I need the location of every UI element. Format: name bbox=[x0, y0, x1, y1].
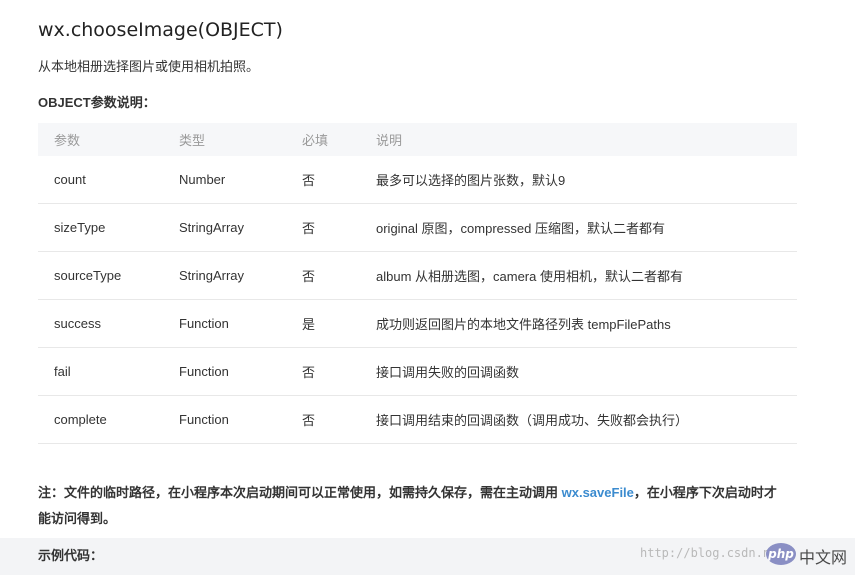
param-type: Function bbox=[179, 299, 302, 348]
param-description: 接口调用结束的回调函数（调用成功、失败都会执行） bbox=[376, 395, 797, 444]
php-cn-logo: php 中文网 bbox=[766, 542, 852, 567]
param-type: StringArray bbox=[179, 203, 302, 252]
table-row: count Number 否 最多可以选择的图片张数，默认9 bbox=[38, 156, 797, 204]
param-required: 是 bbox=[302, 299, 376, 348]
param-description: 成功则返回图片的本地文件路径列表 tempFilePaths bbox=[376, 299, 797, 348]
php-badge-icon: php bbox=[766, 543, 796, 565]
param-description: 最多可以选择的图片张数，默认9 bbox=[376, 156, 797, 204]
param-type: Function bbox=[179, 395, 302, 444]
example-title: 示例代码： bbox=[38, 548, 104, 563]
api-description: 从本地相册选择图片或使用相机拍照。 bbox=[38, 59, 260, 74]
params-table: 参数 类型 必填 说明 count Number 否 最多可以选择的图片张数，默… bbox=[38, 123, 797, 444]
param-type: StringArray bbox=[179, 251, 302, 300]
note-text-before: 注：文件的临时路径，在小程序本次启动期间可以正常使用，如需持久保存，需在主动调用 bbox=[38, 485, 562, 500]
doc-page: wx.chooseImage(OBJECT) 从本地相册选择图片或使用相机拍照。… bbox=[0, 0, 855, 575]
param-required: 否 bbox=[302, 203, 376, 252]
param-name: fail bbox=[38, 347, 179, 396]
param-name: sourceType bbox=[38, 251, 179, 300]
table-header-row: 参数 类型 必填 说明 bbox=[38, 123, 797, 156]
api-title: wx.chooseImage(OBJECT) bbox=[38, 19, 283, 41]
table-row: fail Function 否 接口调用失败的回调函数 bbox=[38, 347, 797, 396]
param-description: 接口调用失败的回调函数 bbox=[376, 347, 797, 396]
table-row: sizeType StringArray 否 original 原图，compr… bbox=[38, 203, 797, 252]
header-type: 类型 bbox=[179, 133, 206, 148]
header-param: 参数 bbox=[54, 133, 81, 148]
savefile-link[interactable]: wx.saveFile bbox=[562, 485, 634, 500]
param-required: 否 bbox=[302, 251, 376, 300]
watermark-url: http://blog.csdn.n bbox=[640, 546, 771, 560]
param-description: original 原图，compressed 压缩图，默认二者都有 bbox=[376, 203, 797, 252]
param-type: Function bbox=[179, 347, 302, 396]
param-required: 否 bbox=[302, 395, 376, 444]
header-required: 必填 bbox=[302, 133, 329, 148]
watermark-site-name: 中文网 bbox=[799, 548, 848, 567]
section-title: OBJECT参数说明： bbox=[38, 95, 156, 110]
param-required: 否 bbox=[302, 347, 376, 396]
param-name: count bbox=[38, 156, 179, 204]
param-type: Number bbox=[179, 156, 302, 204]
param-name: sizeType bbox=[38, 203, 179, 252]
param-description: album 从相册选图，camera 使用相机，默认二者都有 bbox=[376, 251, 797, 300]
table-row: sourceType StringArray 否 album 从相册选图，cam… bbox=[38, 251, 797, 300]
header-description: 说明 bbox=[376, 133, 403, 148]
param-name: complete bbox=[38, 395, 179, 444]
param-required: 否 bbox=[302, 156, 376, 204]
storage-note: 注：文件的临时路径，在小程序本次启动期间可以正常使用，如需持久保存，需在主动调用… bbox=[38, 480, 783, 532]
param-name: success bbox=[38, 299, 179, 348]
table-row: complete Function 否 接口调用结束的回调函数（调用成功、失败都… bbox=[38, 395, 797, 444]
table-row: success Function 是 成功则返回图片的本地文件路径列表 temp… bbox=[38, 299, 797, 348]
